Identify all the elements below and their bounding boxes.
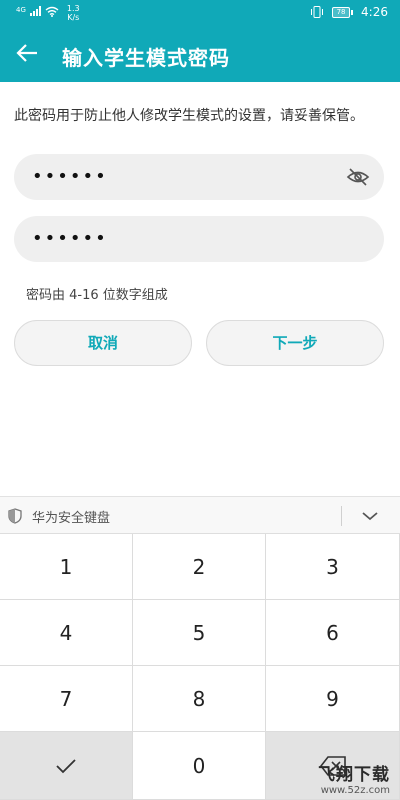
numeric-keypad: 1 2 3 4 5 6 7 8 9 0 [0,534,400,800]
key-1[interactable]: 1 [0,534,133,600]
shield-icon [8,508,22,524]
key-3[interactable]: 3 [266,534,400,600]
key-6[interactable]: 6 [266,600,400,666]
key-4[interactable]: 4 [0,600,133,666]
key-5[interactable]: 5 [133,600,266,666]
back-arrow-icon[interactable] [14,40,40,66]
password-hint: 密码由 4-16 位数字组成 [26,288,168,303]
status-time: 4:26 [361,5,388,19]
status-bar: 4G 1.3 K/s 78 4:26 [0,0,400,26]
status-left: 4G 1.3 K/s [16,4,80,22]
confirm-password-mask: •••••• [32,228,108,249]
battery-level: 78 [332,6,351,18]
backspace-icon [319,755,346,776]
check-icon [56,758,76,773]
chevron-down-icon[interactable] [361,509,379,523]
speed-value: 1.3 [66,4,80,13]
confirm-key[interactable] [0,732,133,800]
hide-password-icon[interactable] [346,166,370,188]
delete-key[interactable] [266,732,400,800]
page-title: 输入学生模式密码 [62,46,230,70]
description-text: 此密码用于防止他人修改学生模式的设置，请妥善保管。 [14,108,364,124]
signal-icon [29,6,41,16]
speed-unit: K/s [67,13,80,22]
key-8[interactable]: 8 [133,666,266,732]
app-header: 4G 1.3 K/s 78 4:26 输入学生模式密码 [0,0,400,82]
cancel-button[interactable]: 取消 [14,320,192,366]
title-row: 输入学生模式密码 [0,34,400,78]
status-right: 78 4:26 [310,5,388,19]
next-step-button[interactable]: 下一步 [206,320,384,366]
confirm-password-input[interactable]: •••••• [14,216,384,262]
network-speed: 1.3 K/s [67,4,80,22]
battery-icon: 78 [332,6,354,18]
password-mask: •••••• [32,166,108,187]
network-type: 4G [16,6,26,14]
toolbar-divider [341,506,342,526]
key-9[interactable]: 9 [266,666,400,732]
key-7[interactable]: 7 [0,666,133,732]
keyboard-toolbar: 华为安全键盘 [0,496,400,534]
wifi-icon [45,6,59,17]
keyboard-title: 华为安全键盘 [32,511,111,526]
password-input[interactable]: •••••• [14,154,384,200]
vibrate-icon [311,6,324,18]
key-0[interactable]: 0 [133,732,266,800]
key-2[interactable]: 2 [133,534,266,600]
